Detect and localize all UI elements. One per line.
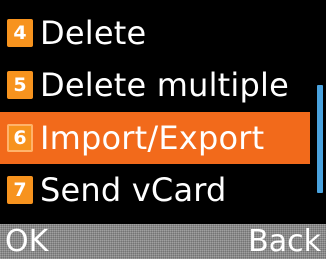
- menu-item-send-vcard[interactable]: 7 Send vCard: [0, 164, 310, 216]
- scrollbar-thumb[interactable]: [317, 85, 323, 193]
- scrollbar-track[interactable]: [314, 0, 326, 224]
- menu-item-delete[interactable]: 4 Delete: [0, 7, 310, 59]
- menu-item-import-export[interactable]: 6 Import/Export: [0, 112, 310, 164]
- menu-item-label: Import/Export: [40, 119, 265, 157]
- back-softkey[interactable]: Back: [248, 224, 321, 259]
- menu-item-label: Delete multiple: [40, 66, 289, 104]
- ok-softkey[interactable]: OK: [5, 224, 48, 259]
- menu-item-label: Delete: [40, 14, 147, 52]
- number-badge: 6: [7, 124, 33, 152]
- number-badge: 7: [7, 176, 33, 204]
- number-badge: 4: [7, 19, 33, 47]
- menu-item-delete-multiple[interactable]: 5 Delete multiple: [0, 59, 310, 111]
- options-menu: 4 Delete 5 Delete multiple 6 Import/Expo…: [0, 0, 326, 224]
- number-badge: 5: [7, 71, 33, 99]
- menu-item-label: Send vCard: [40, 171, 227, 209]
- softkey-bar: OK Back: [0, 224, 326, 259]
